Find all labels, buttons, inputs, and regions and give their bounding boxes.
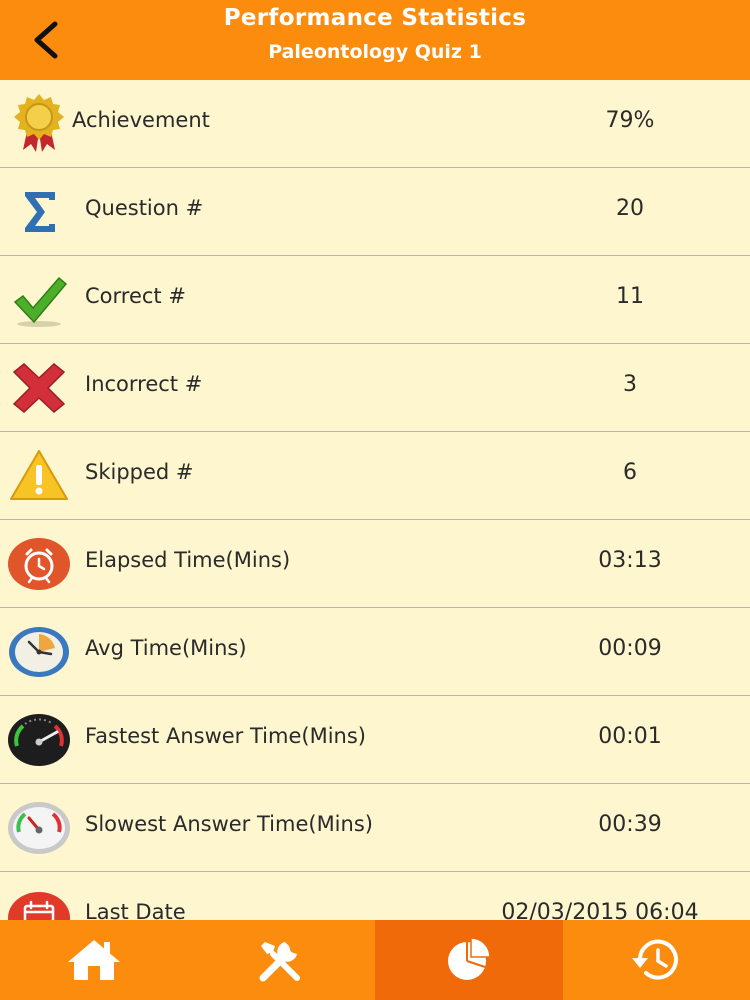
- stat-value: 03:13: [598, 548, 662, 573]
- pie-chart-icon: [447, 937, 491, 980]
- stat-row-correct-count: Correct # 11: [0, 256, 750, 344]
- stat-value: 11: [616, 284, 644, 309]
- stat-row-skipped-count: Skipped # 6: [0, 432, 750, 520]
- stat-row-incorrect-count: Incorrect # 3: [0, 344, 750, 432]
- award-ribbon-icon: [6, 92, 72, 156]
- stat-label: Question #: [85, 196, 204, 220]
- stat-value: 6: [623, 460, 637, 485]
- stat-row-question-count: Question # 20: [0, 168, 750, 256]
- stat-label: Skipped #: [85, 460, 194, 484]
- bottom-tab-bar: [0, 920, 750, 1000]
- stat-label: Avg Time(Mins): [85, 636, 247, 660]
- tab-home[interactable]: [0, 920, 188, 1000]
- stat-label: Incorrect #: [85, 372, 203, 396]
- sigma-icon: [6, 180, 72, 244]
- stat-value: 79%: [605, 108, 655, 133]
- checkmark-icon: [6, 268, 72, 332]
- stat-label: Achievement: [72, 108, 210, 132]
- stat-value: 02/03/2015 06:04: [501, 900, 699, 920]
- warning-icon: [6, 444, 72, 508]
- stat-value: 00:09: [598, 636, 662, 661]
- page-title: Performance Statistics: [223, 5, 527, 31]
- stat-label: Last Date: [85, 900, 186, 920]
- header-bar: Performance Statistics Paleontology Quiz…: [0, 0, 750, 80]
- clock-icon: [6, 620, 72, 684]
- speedometer-icon: [6, 708, 72, 772]
- tab-tools[interactable]: [188, 920, 376, 1000]
- page-subtitle: Paleontology Quiz 1: [268, 41, 482, 63]
- stat-row-fastest-answer: Fastest Answer Time(Mins) 00:01: [0, 696, 750, 784]
- tab-statistics[interactable]: [375, 920, 563, 1000]
- stat-value: 00:39: [598, 812, 662, 837]
- stat-value: 3: [623, 372, 637, 397]
- stat-row-elapsed-time: Elapsed Time(Mins) 03:13: [0, 520, 750, 608]
- stat-label: Slowest Answer Time(Mins): [85, 812, 373, 836]
- stat-row-slowest-answer: Slowest Answer Time(Mins) 00:39: [0, 784, 750, 872]
- stat-value: 00:01: [598, 724, 662, 749]
- stat-row-avg-time: Avg Time(Mins) 00:09: [0, 608, 750, 696]
- tools-icon: [259, 942, 301, 982]
- calendar-icon: [6, 884, 72, 920]
- alarm-clock-icon: [6, 532, 72, 596]
- gauge-icon: [6, 796, 72, 860]
- stat-label: Elapsed Time(Mins): [85, 548, 291, 572]
- stat-row-last-date: Last Date 02/03/2015 06:04: [0, 872, 750, 920]
- stat-label: Correct #: [85, 284, 186, 308]
- stat-row-achievement: Achievement 79%: [0, 80, 750, 168]
- stat-label: Fastest Answer Time(Mins): [85, 724, 366, 748]
- tab-history[interactable]: [563, 920, 750, 1000]
- stats-list[interactable]: Achievement 79% Question # 20 Correct # …: [0, 80, 750, 920]
- home-icon: [67, 940, 120, 980]
- cross-icon: [6, 356, 72, 420]
- history-icon: [632, 939, 679, 980]
- stat-value: 20: [616, 196, 644, 221]
